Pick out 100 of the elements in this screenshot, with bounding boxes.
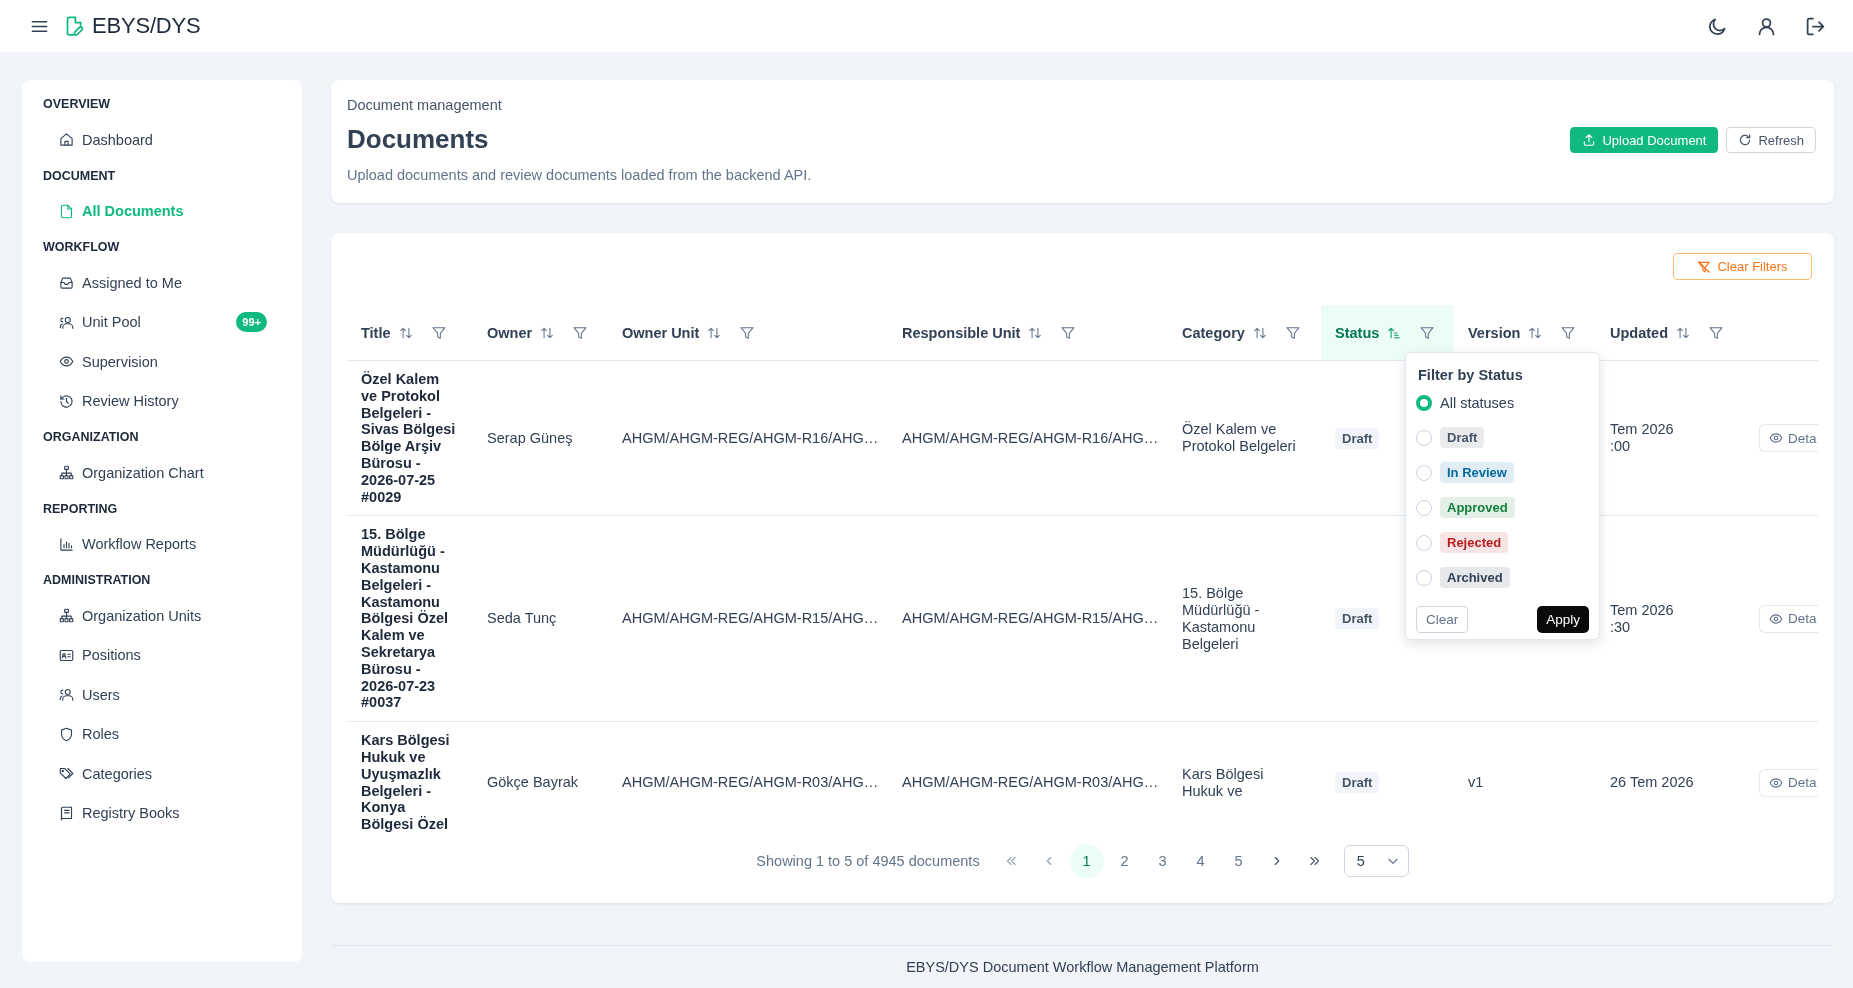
page-button[interactable]: 5 [1221,844,1256,878]
sidebar-item[interactable]: Categories [22,754,302,794]
sidebar-item[interactable]: Roles [22,714,302,754]
logout-icon[interactable] [1805,15,1826,37]
user-icon[interactable] [1756,15,1777,37]
filter-icon[interactable] [739,324,756,341]
apply-button[interactable]: Apply [1537,606,1589,633]
updated-date: Tem 2026 :30 [1610,601,1675,636]
status-badge: Draft [1335,608,1380,630]
filter-icon[interactable] [1284,324,1301,341]
version-number: v1 [1468,774,1484,791]
details-button[interactable]: Deta [1759,604,1818,633]
id-card-icon [59,647,74,663]
column-label[interactable]: Owner [487,324,533,341]
sort-ascending-icon[interactable] [1387,325,1402,340]
people-icon [59,314,74,330]
filter-icon[interactable] [1419,324,1436,341]
page-button[interactable]: 2 [1107,844,1142,878]
history-icon [59,393,74,409]
responsible-unit: AHGM/AHGM-REG/AHGM-R03/AHG… [902,774,1159,791]
column-label[interactable]: Category [1182,324,1245,341]
sidebar-section-heading: DOCUMENT [42,167,116,185]
radio-button[interactable] [1416,394,1432,411]
filter-icon[interactable] [572,324,589,341]
status-option[interactable]: Rejected [1440,532,1509,553]
sidebar-item[interactable]: Workflow Reports [22,524,302,564]
page-button[interactable]: 1 [1069,844,1104,878]
page-button[interactable]: 3 [1145,844,1180,878]
owner-name: Seda Tunç [487,610,557,627]
updated-date: Tem 2026 :00 [1610,421,1675,455]
radio-button[interactable] [1416,569,1432,586]
radio-button[interactable] [1416,464,1432,481]
column-label[interactable]: Version [1468,324,1521,341]
sidebar-item[interactable]: Unit Pool 99+ [22,302,302,342]
column-label[interactable]: Updated [1610,324,1668,341]
sidebar-item[interactable]: Dashboard [22,120,302,160]
radio-button[interactable] [1416,534,1432,551]
owner-unit: AHGM/AHGM-REG/AHGM-R03/AHG… [622,774,879,791]
breadcrumb: Document management [347,96,503,115]
home-icon [59,132,74,148]
brand-name[interactable]: EBYS/DYS [92,13,201,39]
responsible-unit: AHGM/AHGM-REG/AHGM-R15/AHG… [902,610,1159,627]
page-button[interactable]: 4 [1183,844,1218,878]
sort-icon[interactable] [1676,325,1690,340]
document-title[interactable]: Kars Bölgesi Hukuk ve Uyuşmazlık Belgeleri - Konya Bölgesi Özel [361,732,459,833]
hierarchy-icon [59,465,74,481]
status-badge: Draft [1335,427,1380,449]
sidebar-item[interactable]: Registry Books [22,793,302,833]
eye-icon [1769,611,1783,626]
status-option[interactable]: All statuses [1440,394,1515,411]
page-description: Upload documents and review documents loaded from the backend API. [347,166,812,185]
sidebar-item[interactable]: Organization Units [22,596,302,636]
radio-button[interactable] [1416,429,1432,446]
column-label[interactable]: Owner Unit [622,324,700,341]
document-title[interactable]: Özel Kalem ve Protokol Belgeleri - Sivas Bölgesi Bölge Arşiv Bürosu - 2026-07-25 #0029 [361,371,459,506]
popup-title: Filter by Status [1417,366,1524,385]
logo-icon [64,15,85,37]
count-badge: 99+ [236,312,267,333]
double-chevron-right-icon [1307,854,1322,868]
column-label[interactable]: Responsible Unit [902,324,1021,341]
sidebar-item[interactable]: Positions [22,635,302,675]
sort-icon[interactable] [398,325,413,340]
sort-icon[interactable] [1528,325,1543,340]
tag-icon [59,766,74,782]
owner-name: Serap Güneş [487,429,573,446]
page-size-select[interactable]: 5 [1343,845,1409,877]
filter-icon[interactable] [1060,324,1077,341]
sidebar-section-heading: WORKFLOW [42,239,120,256]
owner-unit: AHGM/AHGM-REG/AHGM-R15/AHG… [622,610,879,627]
sidebar-item[interactable]: Supervision [22,342,302,382]
sidebar-item[interactable]: Users [22,675,302,715]
refresh-icon [1738,133,1753,147]
sidebar-item[interactable]: Review History [22,381,302,421]
status-option[interactable]: In Review [1440,462,1514,483]
details-button[interactable]: Deta [1759,768,1818,797]
filter-icon[interactable] [1560,324,1577,341]
category-name: 15. Bölge Müdürlüğü - Kastamonu Belgeleri [1182,585,1261,653]
filter-icon[interactable] [1708,324,1724,341]
filter-icon[interactable] [430,324,447,341]
sort-icon[interactable] [540,325,555,340]
refresh-button[interactable]: Refresh [1726,127,1816,153]
eye-icon [1769,775,1783,790]
sidebar-item[interactable]: Organization Chart [22,453,302,493]
status-option[interactable]: Approved [1440,497,1515,518]
footer-text: EBYS/DYS Document Workflow Management Platform [906,959,1259,975]
eye-icon [1769,431,1783,446]
document-title[interactable]: 15. Bölge Müdürlüğü - Kastamonu Belgeleri - Kastamonu Bölgesi Özel Kalem ve Sekretarya Bürosu - 2026-07-23 #0037 [361,526,459,712]
clear-button[interactable]: Clear [1416,606,1469,633]
sort-icon[interactable] [707,325,722,340]
eye-icon [59,354,74,370]
column-label[interactable]: Title [361,324,391,341]
sort-icon[interactable] [1252,325,1267,340]
owner-name: Gökçe Bayrak [487,774,579,791]
sidebar-item[interactable]: Assigned to Me [22,263,302,303]
column-label[interactable]: Status [1335,324,1380,341]
status-option[interactable]: Archived [1440,567,1510,588]
radio-button[interactable] [1416,499,1432,516]
status-option[interactable]: Draft [1440,427,1485,448]
details-button[interactable]: Deta [1759,424,1818,453]
sort-icon[interactable] [1028,325,1043,340]
